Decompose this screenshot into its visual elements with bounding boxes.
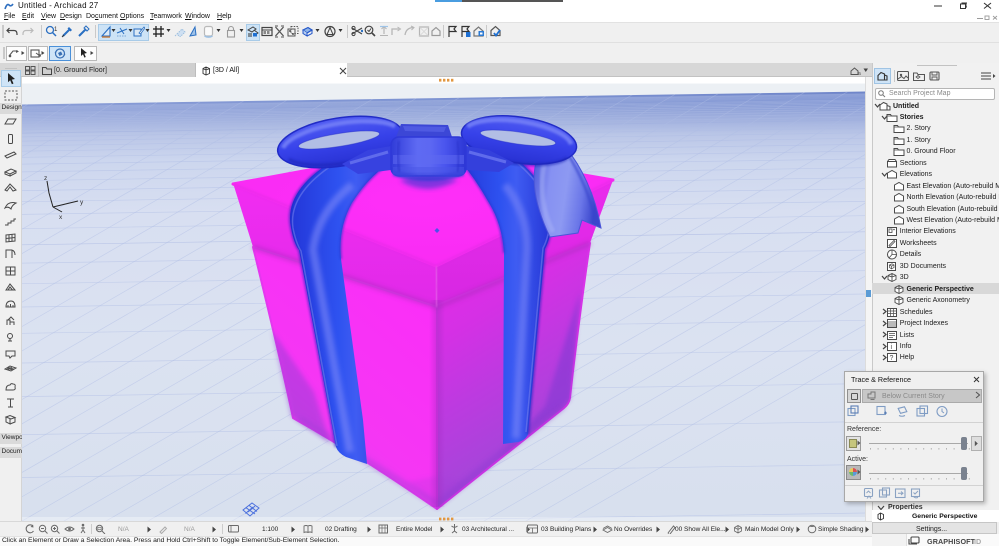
svg-text:1: 1 [54,27,58,33]
svg-text:?: ? [890,356,894,363]
svg-text:a: a [858,71,861,76]
svg-text:z: z [44,175,47,182]
